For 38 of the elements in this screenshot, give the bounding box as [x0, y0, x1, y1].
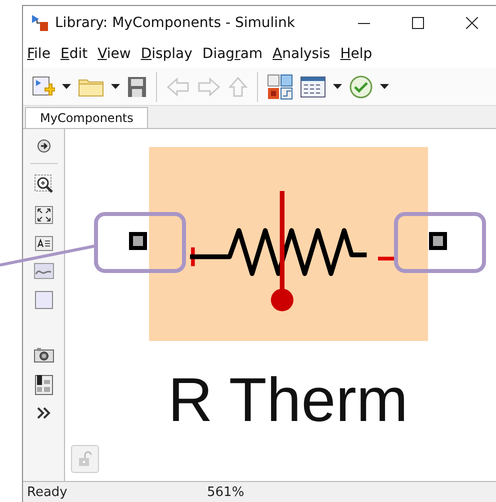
- port-marker: [129, 232, 147, 250]
- menu-item[interactable]: Display: [140, 46, 192, 62]
- check-icon[interactable]: [349, 74, 373, 98]
- caret-icon[interactable]: [333, 84, 342, 89]
- menu-item[interactable]: File: [27, 46, 50, 62]
- report-icon[interactable]: [34, 375, 52, 395]
- menu-item[interactable]: View: [98, 46, 131, 62]
- status-text: Ready: [26, 484, 68, 500]
- app-icon: [31, 14, 49, 32]
- camera-icon[interactable]: [34, 347, 54, 363]
- caret-icon[interactable]: [111, 84, 120, 89]
- tab[interactable]: MyComponents: [25, 107, 148, 128]
- menu-item[interactable]: Help: [340, 46, 372, 62]
- menu-item[interactable]: Diagram: [202, 46, 263, 62]
- save-icon[interactable]: [127, 76, 147, 98]
- menu-item[interactable]: Edit: [60, 46, 88, 62]
- unlock-icon: [78, 451, 92, 467]
- zoom-level: 561%: [207, 484, 244, 500]
- menu-item[interactable]: Analysis: [272, 46, 330, 62]
- area-icon[interactable]: [34, 291, 52, 309]
- more-icon[interactable]: [36, 407, 50, 419]
- image-icon[interactable]: [34, 263, 54, 279]
- thermistor-block[interactable]: [149, 147, 428, 341]
- block-label: R Therm: [166, 365, 409, 436]
- maximize-icon[interactable]: [412, 17, 424, 29]
- model-explorer-icon[interactable]: [300, 76, 326, 98]
- window-title: Library: MyComponents - Simulink: [55, 15, 296, 31]
- navigate-icon[interactable]: [36, 139, 50, 153]
- library-browser-icon[interactable]: [267, 74, 293, 100]
- caret-icon[interactable]: [380, 84, 389, 89]
- new-model-icon[interactable]: [31, 74, 55, 98]
- close-icon[interactable]: [466, 17, 478, 29]
- minimize-icon[interactable]: [358, 22, 370, 24]
- port-marker: [429, 232, 447, 250]
- zoom-icon[interactable]: [34, 174, 54, 194]
- annotation-icon[interactable]: [34, 236, 52, 251]
- caret-icon[interactable]: [62, 84, 71, 89]
- fit-to-view-icon[interactable]: [34, 206, 52, 224]
